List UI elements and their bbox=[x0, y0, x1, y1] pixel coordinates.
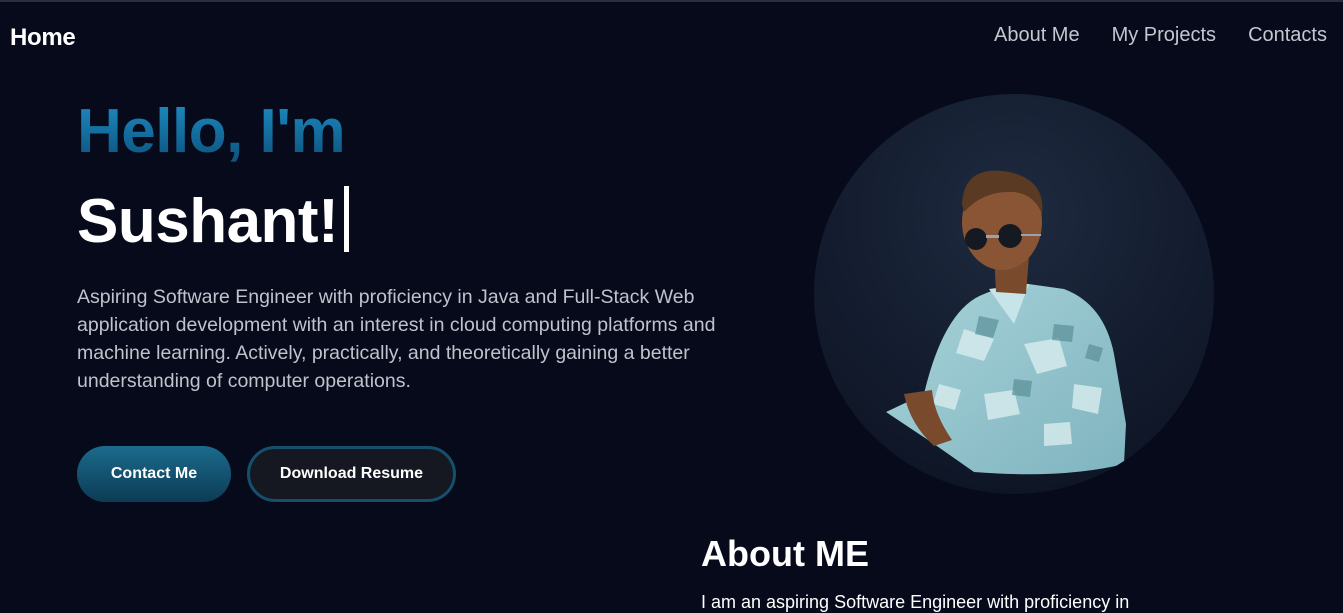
nav-link-contacts[interactable]: Contacts bbox=[1248, 24, 1327, 47]
nav-links: About Me My Projects Contacts bbox=[994, 24, 1327, 47]
hero-greeting: Hello, I'm bbox=[77, 97, 346, 166]
typing-caret bbox=[344, 186, 350, 252]
about-title: About ME bbox=[701, 533, 869, 574]
profile-photo bbox=[814, 94, 1214, 494]
hero-description: Aspiring Software Engineer with proficie… bbox=[77, 286, 716, 392]
contact-me-button[interactable]: Contact Me bbox=[77, 446, 231, 502]
download-resume-button[interactable]: Download Resume bbox=[247, 446, 456, 502]
nav-link-my-projects[interactable]: My Projects bbox=[1112, 24, 1216, 47]
navbar: Home About Me My Projects Contacts bbox=[0, 2, 1343, 74]
about-text: I am an aspiring Software Engineer with … bbox=[701, 592, 1130, 612]
nav-home-link[interactable]: Home bbox=[10, 24, 76, 52]
profile-photo-illustration bbox=[886, 170, 1126, 475]
hero-name: Sushant! bbox=[77, 186, 350, 257]
hero-name-text: Sushant! bbox=[77, 187, 339, 256]
nav-link-about-me[interactable]: About Me bbox=[994, 24, 1080, 47]
